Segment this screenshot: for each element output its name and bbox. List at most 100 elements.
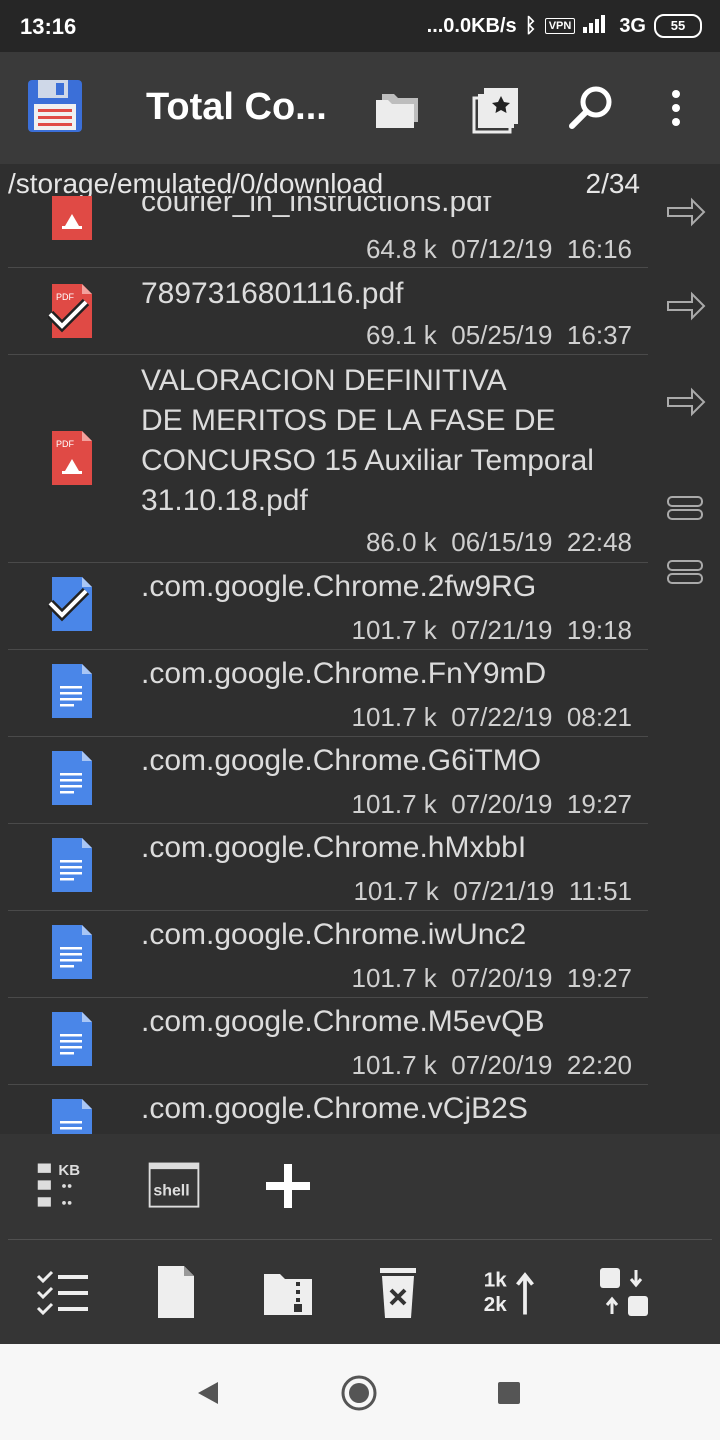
search-icon[interactable] <box>564 80 620 136</box>
file-size: 69.1 k <box>365 320 437 350</box>
list-item[interactable]: .com.google.Chrome.hMxbbI 101.7 k 07/21/… <box>8 824 648 911</box>
arrow-right-icon[interactable] <box>664 286 708 331</box>
file-time: 08:21 <box>566 702 632 732</box>
file-time: 16:37 <box>566 320 632 350</box>
doc-file-icon <box>48 1012 96 1071</box>
file-name: .com.google.Chrome.FnY9mD <box>141 657 547 690</box>
file-time: 19:27 <box>566 789 632 819</box>
file-size: 101.7 k <box>351 963 437 993</box>
network-type: 3G <box>619 14 646 37</box>
home-icon[interactable] <box>340 1374 378 1417</box>
file-meta: 64.8 k 07/12/19 16:16 <box>366 234 632 265</box>
file-date: 07/20/19 <box>451 963 553 993</box>
file-size: 101.7 k <box>351 1050 437 1080</box>
more-vert-icon[interactable] <box>650 80 706 136</box>
file-date: 07/22/19 <box>451 702 553 732</box>
file-name: .com.google.Chrome.vCjB2S <box>141 1092 528 1125</box>
file-meta: 101.7 k 07/20/19 19:27 <box>352 963 633 994</box>
shell-label: shell <box>153 1182 189 1199</box>
sort-label-bottom: 2k <box>484 1293 507 1316</box>
system-nav-bar <box>0 1344 720 1440</box>
list-item[interactable]: .com.google.Chrome.vCjB2S <box>8 1085 648 1134</box>
file-date: 07/20/19 <box>451 789 553 819</box>
signal-icon <box>583 13 611 39</box>
list-item[interactable]: .com.google.Chrome.M5evQB 101.7 k 07/20/… <box>8 998 648 1085</box>
shell-icon[interactable]: shell <box>144 1156 204 1216</box>
list-item[interactable]: .com.google.Chrome.G6iTMO 101.7 k 07/20/… <box>8 737 648 824</box>
file-name: .com.google.Chrome.iwUnc2 <box>141 918 527 951</box>
doc-file-icon <box>48 838 96 897</box>
list-item[interactable]: .com.google.Chrome.iwUnc2 101.7 k 07/20/… <box>8 911 648 998</box>
floppy-disk-icon[interactable] <box>26 78 84 139</box>
kb-label: KB <box>58 1162 80 1179</box>
file-date: 06/15/19 <box>451 527 553 557</box>
status-bar: 13:16 ...0.0KB/s ᛒ VPN 3G 55 <box>0 0 720 52</box>
file-meta: 101.7 k 07/22/19 08:21 <box>352 702 633 733</box>
file-time: 22:48 <box>566 527 632 557</box>
file-meta: 69.1 k 05/25/19 16:37 <box>366 320 632 351</box>
doc-file-icon <box>48 751 96 810</box>
doc-file-icon <box>48 1099 96 1134</box>
file-size: 101.7 k <box>353 876 439 906</box>
doc-file-icon <box>48 664 96 723</box>
file-size: 64.8 k <box>365 234 437 264</box>
zip-folder-icon[interactable] <box>258 1262 318 1322</box>
button-bar-bottom: 1k 2k <box>0 1240 720 1344</box>
file-meta: 101.7 k 07/21/19 19:18 <box>352 615 633 646</box>
sort-label-top: 1k <box>484 1268 507 1291</box>
vpn-badge: VPN <box>544 18 576 34</box>
list-item[interactable]: .com.google.Chrome.FnY9mD 101.7 k 07/22/… <box>8 650 648 737</box>
swap-panels-icon[interactable] <box>594 1262 654 1322</box>
file-name: .com.google.Chrome.hMxbbI <box>141 831 527 864</box>
file-time: 22:20 <box>566 1050 632 1080</box>
bluetooth-icon: ᛒ <box>524 14 537 37</box>
file-time: 19:27 <box>566 963 632 993</box>
app-title: Total Co... <box>146 86 327 128</box>
doc-file-icon <box>48 925 96 984</box>
file-date: 07/20/19 <box>451 1050 553 1080</box>
pdf-file-icon: PDF <box>46 284 96 343</box>
file-list[interactable]: courier_in_instructions.pdf 64.8 k 07/12… <box>8 196 648 1134</box>
file-time: 19:18 <box>566 615 632 645</box>
list-item[interactable]: .com.google.Chrome.2fw9RG 101.7 k 07/21/… <box>8 563 648 650</box>
status-icons: ...0.0KB/s ᛒ VPN 3G 55 <box>427 13 702 39</box>
file-time: 16:16 <box>566 234 632 264</box>
file-name: .com.google.Chrome.M5evQB <box>141 1005 545 1038</box>
file-date: 07/21/19 <box>451 615 553 645</box>
button-bar-top: KB shell <box>0 1134 720 1240</box>
pdf-badge: PDF <box>56 292 75 302</box>
folder-size-icon[interactable]: KB <box>34 1156 94 1216</box>
arrow-right-icon[interactable] <box>664 192 708 237</box>
file-date: 05/25/19 <box>451 320 553 350</box>
pdf-file-icon <box>48 196 96 245</box>
delete-icon[interactable] <box>368 1262 428 1322</box>
add-icon[interactable] <box>258 1156 318 1216</box>
app-bar: Total Co... <box>0 52 720 164</box>
arrow-right-icon[interactable] <box>664 382 708 427</box>
battery-icon: 55 <box>654 14 702 38</box>
folders-icon[interactable] <box>372 80 428 136</box>
file-meta: 101.7 k 07/20/19 19:27 <box>352 789 633 820</box>
scroll-handle-icon[interactable] <box>664 494 708 529</box>
file-name: .com.google.Chrome.G6iTMO <box>141 744 542 777</box>
new-file-icon[interactable] <box>146 1262 206 1322</box>
list-item[interactable]: courier_in_instructions.pdf 64.8 k 07/12… <box>8 196 648 268</box>
back-icon[interactable] <box>194 1378 224 1413</box>
file-name: courier_in_instructions.pdf <box>141 196 492 218</box>
file-time: 11:51 <box>568 876 632 906</box>
file-meta: 86.0 k 06/15/19 22:48 <box>366 527 632 558</box>
file-name: .com.google.Chrome.2fw9RG <box>141 570 537 603</box>
scroll-handle-icon[interactable] <box>664 558 708 593</box>
select-list-icon[interactable] <box>34 1262 94 1322</box>
file-size: 101.7 k <box>351 702 437 732</box>
list-item[interactable]: PDF 7897316801116.pdf 69.1 k 05/25/19 16… <box>8 268 648 355</box>
doc-file-icon <box>46 577 96 636</box>
file-meta: 101.7 k 07/21/19 11:51 <box>353 876 632 907</box>
sort-size-icon[interactable]: 1k 2k <box>480 1262 540 1322</box>
bookmark-star-icon[interactable] <box>468 80 524 136</box>
list-item[interactable]: PDF VALORACION DEFINITIVA DE MERITOS DE … <box>8 355 648 563</box>
file-name: 7897316801116.pdf <box>141 277 404 310</box>
pdf-badge: PDF <box>56 439 75 449</box>
recents-icon[interactable] <box>496 1380 522 1411</box>
file-size: 101.7 k <box>351 615 437 645</box>
